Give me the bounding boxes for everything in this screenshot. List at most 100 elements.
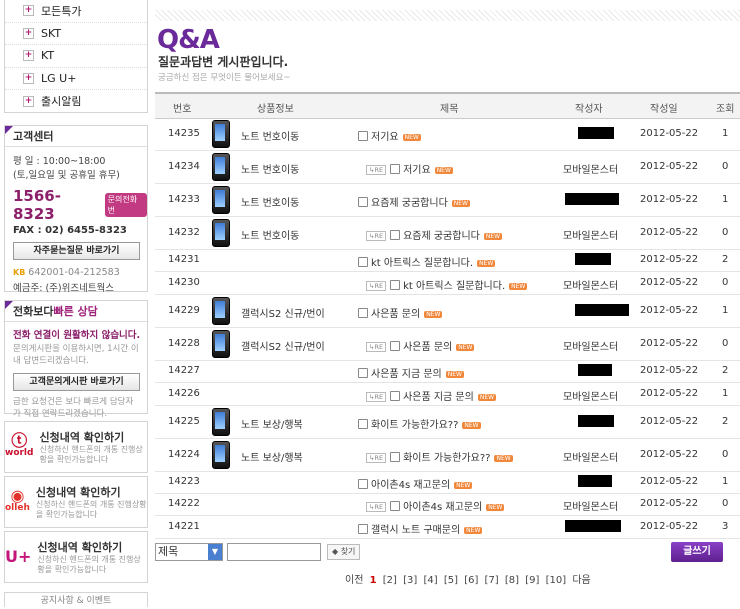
registration-check-lgu[interactable]: U+ 신청내역 확인하기 신청하신 핸드폰의 개통 진행상황을 확인가능합니다 (4, 531, 148, 583)
search-input[interactable] (227, 543, 321, 561)
post-title-link[interactable]: ↳RE 아이촌4s 재고문의 NEW (366, 498, 505, 513)
post-title-link[interactable]: 화이트 가능한가요?? NEW (358, 416, 481, 431)
page-link-6[interactable]: [6] (464, 575, 478, 586)
inquiry-board-button[interactable]: 고객문의게시판 바로가기 (13, 373, 140, 391)
registration-check-kt[interactable]: ◉ olleh 신청내역 확인하기 신청하신 핸드폰의 개통 진행상황을 확인가능합… (4, 476, 148, 528)
customer-center-title: 고객센터 (13, 130, 54, 143)
page-link-9[interactable]: [9] (525, 575, 539, 586)
lock-icon (358, 257, 368, 267)
phone-thumbnail-icon[interactable] (212, 186, 230, 214)
t-world-logo-icon: ⓣ world (5, 431, 34, 459)
post-date: 2012-05-22 (640, 128, 699, 139)
page-link-8[interactable]: [8] (505, 575, 519, 586)
post-title-link[interactable]: ↳RE kt 아트릭스 질문합니다. NEW (366, 277, 528, 292)
phone-thumbnail-icon[interactable] (212, 153, 230, 181)
page-link-7[interactable]: [7] (485, 575, 499, 586)
table-row[interactable]: 14226 ↳RE 사은품 지금 문의 NEW 모바일몬스터 2012-05-22 1 (155, 382, 740, 406)
post-title-link[interactable]: 사은품 문의 NEW (358, 305, 443, 320)
phone-thumbnail-icon[interactable] (212, 330, 230, 358)
view-count: 0 (722, 277, 729, 288)
post-date: 2012-05-22 (640, 388, 699, 399)
menu-item-skt[interactable]: + SKT (5, 23, 147, 46)
table-row[interactable]: 14233 노트 번호이동 요즘제 궁굼합니다 NEW 2012-05-22 1 (155, 183, 740, 217)
page-link-2[interactable]: [2] (383, 575, 397, 586)
menu-item-release-alert[interactable]: + 출시알림 (5, 90, 147, 112)
lock-icon (390, 341, 401, 351)
post-title-link[interactable]: 사은품 지금 문의 NEW (358, 365, 464, 380)
product-info-link[interactable]: 노트 번호이동 (241, 194, 299, 209)
table-row[interactable]: 14223 아이촌4s 재고문의 NEW 2012-05-22 1 (155, 471, 740, 494)
product-info-link[interactable]: 노트 번호이동 (241, 227, 299, 242)
table-row[interactable]: 14222 ↳RE 아이촌4s 재고문의 NEW 모바일몬스터 2012-05-22 0 (155, 493, 740, 516)
product-info-link[interactable]: 노트 번호이동 (241, 128, 299, 143)
write-button[interactable]: 글쓰기 (671, 542, 723, 562)
product-info-link[interactable]: 노트 보상/행복 (241, 416, 303, 431)
table-row[interactable]: 14228 갤럭시S2 신규/번이 ↳RE 사은품 문의 NEW 모바일몬스터 2012-0… (155, 327, 740, 361)
menu-label: 출시알림 (41, 95, 82, 109)
phone-thumbnail-icon[interactable] (212, 120, 230, 148)
table-row[interactable]: 14235 노트 번호이동 저기요 NEW 2012-05-22 1 (155, 117, 740, 151)
table-row[interactable]: 14221 갤럭시 노트 구매문의 NEW 2012-05-22 3 (155, 515, 740, 539)
search-field-select[interactable]: 제목 ▼ (155, 543, 223, 561)
page-link-1[interactable]: 1 (370, 575, 377, 586)
phone-thumbnail-icon[interactable] (212, 219, 230, 247)
new-badge-icon: NEW (434, 167, 453, 174)
find-button[interactable]: ◆ 찾기 (327, 544, 361, 560)
product-info-link[interactable]: 갤럭시S2 신규/번이 (241, 338, 325, 353)
redacted-author (565, 520, 621, 532)
table-row[interactable]: 14230 ↳RE kt 아트릭스 질문합니다. NEW 모바일몬스터 2012-05-2… (155, 271, 740, 295)
post-title-link[interactable]: ↳RE 요즘제 궁굼합니다 NEW (366, 227, 503, 242)
post-title-text: 저기요 (371, 132, 399, 143)
view-count: 0 (722, 161, 729, 172)
faq-button[interactable]: 자주묻는질문 바로가기 (13, 242, 140, 260)
table-row[interactable]: 14231 kt 아트릭스 질문합니다. NEW 2012-05-22 2 (155, 249, 740, 272)
redacted-author (565, 193, 619, 205)
next-page-link[interactable]: 다음 (572, 575, 590, 586)
table-row[interactable]: 14234 노트 번호이동 ↳RE 저기요 NEW 모바일몬스터 2012-05-22 0 (155, 150, 740, 184)
weekday-hours: 평 일 : 10:00~18:00 (13, 156, 106, 167)
table-row[interactable]: 14224 노트 보상/행복 ↳RE 화이트 가능한가요?? NEW 모바일몬스터 2012… (155, 438, 740, 472)
product-info-link[interactable]: 노트 보상/행복 (241, 449, 303, 464)
t-world-logo-text: world (5, 448, 34, 458)
product-info-link[interactable]: 노트 번호이동 (241, 161, 299, 176)
phone-thumbnail-icon[interactable] (212, 408, 230, 436)
post-title-link[interactable]: 요즘제 궁굼합니다 NEW (358, 194, 470, 209)
table-row[interactable]: 14229 갤럭시S2 신규/번이 사은품 문의 NEW 2012-05-22 1 (155, 294, 740, 328)
menu-label: SKT (41, 26, 62, 40)
menu-label: KT (41, 49, 55, 63)
table-row[interactable]: 14225 노트 보상/행복 화이트 가능한가요?? NEW 2012-05-22 2 (155, 405, 740, 439)
col-author: 작성자 (575, 104, 603, 115)
phone-thumbnail-icon[interactable] (212, 297, 230, 325)
post-date: 2012-05-22 (640, 521, 699, 532)
menu-item-kt[interactable]: + KT (5, 45, 147, 68)
phone-thumbnail-icon[interactable] (212, 441, 230, 469)
page-link-4[interactable]: [4] (423, 575, 437, 586)
product-info-link[interactable]: 갤럭시S2 신규/번이 (241, 305, 325, 320)
table-row[interactable]: 14227 사은품 지금 문의 NEW 2012-05-22 2 (155, 360, 740, 383)
author-name: 모바일몬스터 (563, 342, 619, 353)
row-number: 14225 (168, 416, 200, 427)
lock-icon (390, 280, 401, 290)
post-title-text: 화이트 가능한가요?? (403, 453, 491, 464)
consult-notice: 전화 연결이 원활하지 않습니다. (13, 330, 141, 341)
post-title-link[interactable]: kt 아트릭스 질문합니다. NEW (358, 254, 496, 269)
prev-page-link[interactable]: 이전 (345, 575, 363, 586)
registration-check-skt[interactable]: ⓣ world 신청내역 확인하기 신청하신 핸드폰의 개통 진행상황을 확인가능합… (4, 421, 148, 473)
post-title-link[interactable]: ↳RE 저기요 NEW (366, 161, 453, 176)
view-count: 2 (722, 365, 729, 376)
post-title-link[interactable]: ↳RE 화이트 가능한가요?? NEW (366, 449, 513, 464)
page-link-3[interactable]: [3] (403, 575, 417, 586)
menu-item-lgu[interactable]: + LG U+ (5, 68, 147, 91)
registration-title: 신청내역 확인하기 (37, 541, 123, 554)
lock-icon (358, 308, 368, 318)
post-title-link[interactable]: 갤럭시 노트 구매문의 NEW (358, 521, 483, 536)
post-title-link[interactable]: 아이촌4s 재고문의 NEW (358, 476, 473, 491)
page-link-5[interactable]: [5] (444, 575, 458, 586)
menu-item-all-deals[interactable]: + 모든특가 (5, 0, 147, 23)
post-title-link[interactable]: ↳RE 사은품 문의 NEW (366, 338, 475, 353)
account-holder: 예금주: (주)위즈네트웍스 (13, 283, 115, 294)
post-title-link[interactable]: 저기요 NEW (358, 128, 421, 143)
table-row[interactable]: 14232 노트 번호이동 ↳RE 요즘제 궁굼합니다 NEW 모바일몬스터 2012-05… (155, 216, 740, 250)
post-title-link[interactable]: ↳RE 사은품 지금 문의 NEW (366, 388, 497, 403)
page-link-10[interactable]: [10] (546, 575, 567, 586)
